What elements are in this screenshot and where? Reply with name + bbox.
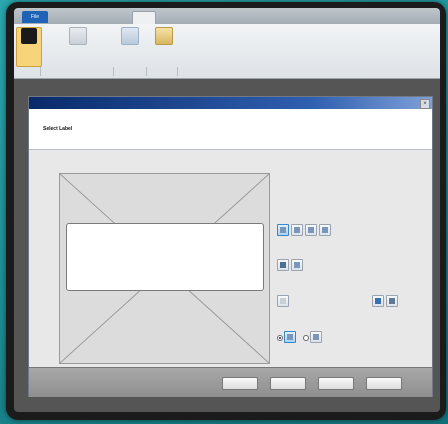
orientation-landscape-button[interactable] — [310, 331, 322, 343]
label-icon — [21, 28, 37, 44]
label-shape — [66, 223, 264, 291]
screen: File × Select Label — [14, 8, 440, 412]
ribbon-group-4 — [147, 67, 178, 76]
layout-icon — [322, 227, 328, 233]
option-a3-button[interactable] — [305, 224, 317, 236]
ribbon — [14, 24, 440, 79]
tab-3[interactable] — [80, 11, 102, 23]
device-frame: File × Select Label — [6, 2, 446, 420]
ribbon-tab-bar: File — [14, 8, 440, 24]
ribbon-button-2[interactable] — [66, 27, 90, 65]
ribbon-group-3 — [114, 67, 147, 76]
dialog-footer — [29, 367, 432, 397]
edit-button[interactable] — [386, 295, 398, 307]
option-a2-button[interactable] — [291, 224, 303, 236]
tab-4[interactable] — [106, 11, 128, 23]
ribbon-button-3[interactable] — [118, 27, 142, 65]
ribbon-button-selected[interactable] — [16, 27, 42, 67]
cancel-button[interactable] — [222, 377, 258, 390]
layout-icon — [294, 227, 300, 233]
ribbon-group-2 — [41, 67, 114, 76]
option-a1-button[interactable] — [277, 224, 289, 236]
portrait-icon — [287, 334, 293, 340]
next-button[interactable] — [318, 377, 354, 390]
layout-icon — [308, 227, 314, 233]
option-a4-button[interactable] — [319, 224, 331, 236]
dialog-title-bar — [29, 97, 432, 109]
ribbon-button-4[interactable] — [152, 27, 176, 65]
back-button[interactable] — [270, 377, 306, 390]
orientation-radio-1[interactable] — [277, 335, 283, 341]
dialog-header: Select Label — [29, 109, 432, 150]
option-c1-button[interactable] — [277, 295, 289, 307]
add-icon — [121, 27, 139, 45]
orientation-radio-2[interactable] — [303, 335, 309, 341]
border-icon — [280, 298, 286, 304]
tab-2[interactable] — [54, 11, 76, 23]
landscape-icon — [313, 334, 319, 340]
layout-icon — [280, 227, 286, 233]
tab-6[interactable] — [158, 11, 180, 23]
lock-icon — [155, 27, 173, 45]
label-preview — [59, 173, 270, 364]
select-label-dialog: × Select Label — [28, 96, 433, 397]
rotate-button[interactable] — [372, 295, 384, 307]
rotate-icon — [375, 298, 381, 304]
image-icon — [294, 262, 300, 268]
template-icon — [69, 27, 87, 45]
dialog-heading: Select Label — [43, 126, 73, 132]
tab-file[interactable]: File — [22, 11, 48, 23]
image-icon — [280, 262, 286, 268]
edit-icon — [389, 298, 395, 304]
orientation-portrait-button[interactable] — [284, 331, 296, 343]
tab-active[interactable] — [132, 11, 156, 24]
close-icon[interactable]: × — [420, 99, 430, 109]
option-b2-button[interactable] — [291, 259, 303, 271]
ribbon-group-1 — [14, 67, 41, 76]
option-b1-button[interactable] — [277, 259, 289, 271]
finish-button[interactable] — [366, 377, 402, 390]
